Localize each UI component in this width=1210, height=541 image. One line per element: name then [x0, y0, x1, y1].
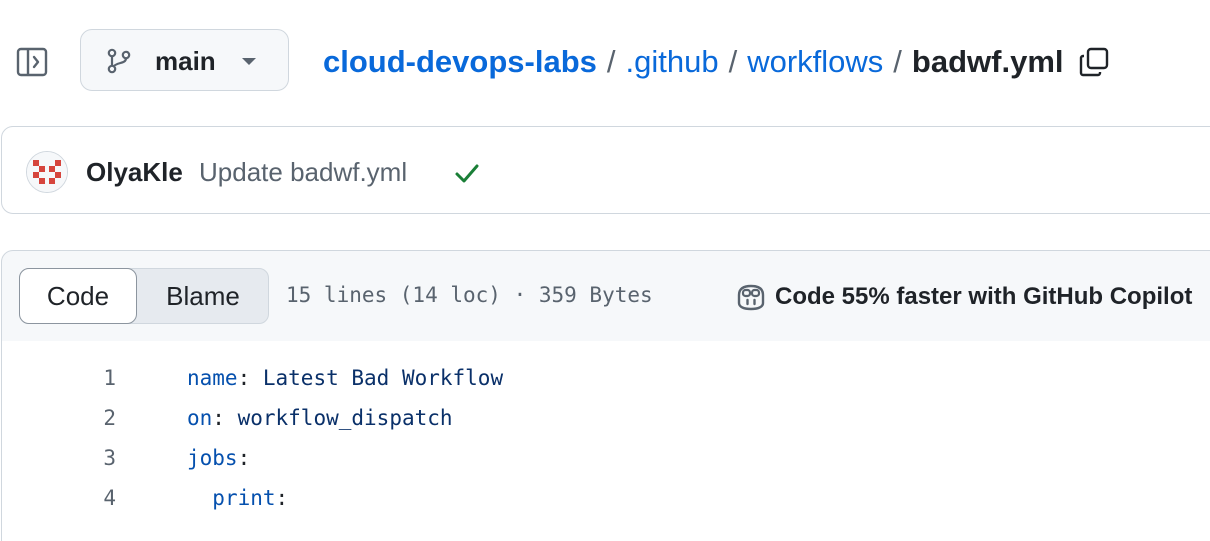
- yaml-colon: :: [212, 406, 225, 430]
- breadcrumb-separator: /: [893, 44, 902, 79]
- check-icon[interactable]: [453, 159, 481, 187]
- commit-author-link[interactable]: OlyaKle: [86, 157, 183, 188]
- line-number[interactable]: 1: [2, 358, 116, 398]
- yaml-colon: :: [237, 446, 251, 470]
- breadcrumb-workflows-link[interactable]: workflows: [747, 44, 883, 80]
- tab-code[interactable]: Code: [19, 268, 137, 324]
- latest-commit-bar: OlyaKle Update badwf.yml: [1, 126, 1210, 214]
- breadcrumb-separator: /: [728, 44, 738, 79]
- breadcrumb-github-link[interactable]: .github: [626, 44, 719, 80]
- copy-icon: [1079, 47, 1108, 77]
- yaml-key: on: [187, 406, 213, 430]
- file-view-header: main cloud-devops-labs / .github / workf…: [0, 0, 1210, 126]
- breadcrumb: cloud-devops-labs / .github / workflows …: [323, 44, 1110, 80]
- yaml-key: jobs: [187, 446, 238, 470]
- avatar[interactable]: [26, 151, 68, 193]
- line-content: on: workflow_dispatch: [187, 398, 453, 438]
- line-content: name: Latest Bad Workflow: [187, 358, 503, 398]
- code-viewer: 1 name: Latest Bad Workflow 2 on: workfl…: [1, 341, 1210, 541]
- branch-selector-button[interactable]: main: [80, 29, 289, 91]
- yaml-key: name: [187, 366, 238, 390]
- copilot-promo-text: Code 55% faster with GitHub Copilot: [775, 283, 1193, 310]
- line-number[interactable]: 4: [2, 478, 116, 518]
- copilot-promo-link[interactable]: Code 55% faster with GitHub Copilot: [735, 281, 1192, 313]
- yaml-value: workflow_dispatch: [224, 406, 453, 430]
- view-mode-toggle: Code Blame: [19, 268, 269, 324]
- identicon-icon: [27, 152, 67, 192]
- yaml-colon: :: [237, 366, 251, 390]
- sidebar-toggle-button[interactable]: [16, 46, 48, 78]
- copy-path-button[interactable]: [1078, 46, 1110, 78]
- code-line: 2 on: workflow_dispatch: [2, 398, 1202, 438]
- line-number[interactable]: 2: [2, 398, 116, 438]
- line-content: jobs:: [187, 438, 250, 478]
- code-line: 3 jobs:: [2, 438, 1202, 478]
- git-branch-icon: [107, 48, 131, 74]
- branch-name: main: [155, 46, 216, 76]
- breadcrumb-repo-link[interactable]: cloud-devops-labs: [323, 44, 597, 80]
- line-number[interactable]: 3: [2, 438, 116, 478]
- yaml-key: print: [212, 486, 276, 510]
- line-content: print:: [187, 478, 288, 518]
- breadcrumb-file-name: badwf.yml: [911, 44, 1064, 79]
- breadcrumb-separator: /: [606, 44, 616, 79]
- sidebar-expand-icon: [16, 47, 48, 77]
- code-line: 1 name: Latest Bad Workflow: [2, 358, 1202, 398]
- copilot-icon: [737, 284, 765, 311]
- yaml-colon: :: [275, 486, 289, 510]
- commit-message-link[interactable]: Update badwf.yml: [199, 157, 407, 188]
- chevron-down-icon: [242, 58, 256, 65]
- yaml-value: Latest Bad Workflow: [250, 366, 504, 390]
- tab-blame[interactable]: Blame: [138, 269, 268, 323]
- file-toolbar: Code Blame 15 lines (14 loc) · 359 Bytes…: [1, 250, 1210, 342]
- code-line: 4 print:: [2, 478, 1202, 518]
- file-stats: 15 lines (14 loc) · 359 Bytes: [286, 283, 653, 307]
